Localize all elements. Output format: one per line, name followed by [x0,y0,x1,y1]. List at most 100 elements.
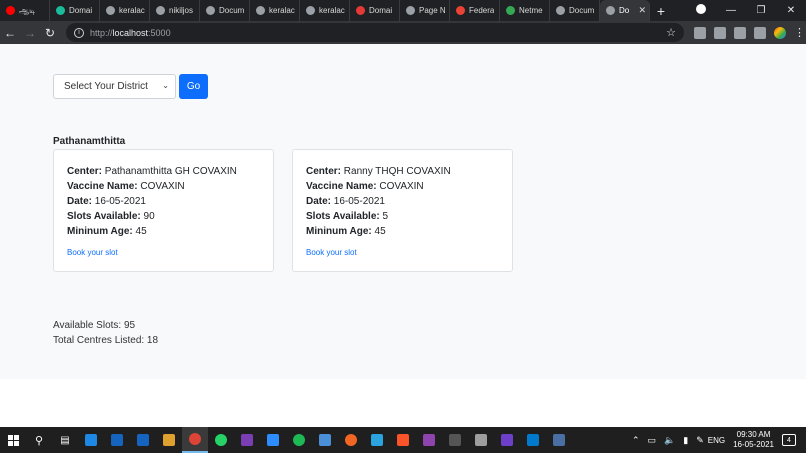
notification-center-icon[interactable]: 4 [782,434,796,446]
reload-icon[interactable]: ↻ [40,26,60,40]
chevron-up-icon[interactable]: ⌃ [632,435,640,446]
browser-tab[interactable]: Page N [400,0,450,21]
camera-extension-icon[interactable] [714,26,726,39]
taskbar-app-icon[interactable] [78,427,104,453]
taskbar-app-icon[interactable] [338,427,364,453]
tab-favicon-icon [106,6,115,15]
search-icon[interactable]: ⚲ [26,427,52,453]
pen-icon[interactable]: ✎ [696,435,704,446]
district-select[interactable]: Select Your District ⌄ [53,74,176,99]
browser-tab-strip: ஆடி Domai keralac nikiljos Docum keralac keral… [0,0,806,21]
chrome-menu-icon[interactable]: ⋮ [794,26,805,39]
tab-favicon-icon [456,6,465,15]
taskbar-app-icon[interactable] [182,427,208,453]
tab-label: keralac [269,6,295,15]
taskbar-app-icon[interactable] [286,427,312,453]
tab-label: Netme [519,6,543,15]
date-line: Date: 16-05-2021 [306,194,512,209]
taskbar-app-icon[interactable] [208,427,234,453]
url-scheme: http:// [90,27,113,38]
tab-favicon-icon [556,6,565,15]
taskbar-app-icon[interactable] [104,427,130,453]
taskbar-app-icon[interactable] [130,427,156,453]
browser-tab[interactable]: Domai [350,0,400,21]
tab-favicon-icon [6,6,15,15]
center-line: Center: Ranny THQH COVAXIN [306,164,512,179]
minimize-icon[interactable]: — [716,5,746,16]
browser-tab[interactable]: Docum [200,0,250,21]
book-slot-link[interactable]: Book your slot [306,248,512,257]
clock[interactable]: 09:30 AM 16-05-2021 [733,430,774,450]
address-bar[interactable]: i http://localhost:5000 ☆ [66,23,684,42]
taskbar-app-icon[interactable] [442,427,468,453]
district-select-value: Select Your District [64,81,148,92]
profile-icon[interactable] [686,4,716,17]
start-button[interactable] [0,427,26,453]
browser-tab[interactable]: Docum [550,0,600,21]
battery-icon[interactable]: ▮ [683,435,688,446]
taskbar-app-icon[interactable] [234,427,260,453]
browser-tab[interactable]: keralac [100,0,150,21]
site-info-icon[interactable]: i [74,27,84,38]
taskbar-app-icon[interactable] [156,427,182,453]
language-indicator[interactable]: ENG [708,436,725,445]
taskbar-app-icon[interactable] [416,427,442,453]
new-tab-button[interactable]: + [650,3,672,19]
center-label: Center: [306,166,342,177]
tab-favicon-icon [306,6,315,15]
extension-icon[interactable] [694,26,706,39]
browser-tab[interactable]: keralac [250,0,300,21]
maximize-icon[interactable]: ❐ [746,5,776,16]
browser-tab[interactable]: Netme [500,0,550,21]
volume-icon[interactable]: 🔈 [664,435,675,446]
taskbar-app-icon[interactable] [546,427,572,453]
browser-tab[interactable]: Federa [450,0,500,21]
center-label: Center: [67,166,103,177]
system-tray: ⌃ ▭ 🔈 ▮ ✎ ENG 09:30 AM 16-05-2021 4 [628,430,806,450]
taskbar-apps [78,427,572,453]
profile-avatar-icon[interactable] [774,26,786,39]
browser-tab[interactable]: Domai [50,0,100,21]
slots-line: Slots Available: 5 [306,209,512,224]
taskbar-app-icon[interactable] [468,427,494,453]
age-line: Mininum Age: 45 [306,224,512,239]
reading-list-icon[interactable] [754,26,766,39]
total-centres-summary: Total Centres Listed: 18 [53,335,159,346]
date-label: Date: [67,196,93,207]
taskbar-app-icon[interactable] [520,427,546,453]
bookmark-star-icon[interactable]: ☆ [666,26,676,39]
close-tab-icon[interactable]: ✕ [636,5,646,16]
date-value: 16-05-2021 [333,196,385,207]
network-icon[interactable]: ▭ [648,435,657,446]
clock-date: 16-05-2021 [733,440,774,449]
close-window-icon[interactable]: ✕ [776,5,806,16]
taskbar-app-icon[interactable] [312,427,338,453]
tab-label: ஆடி [19,5,36,15]
age-line: Mininum Age: 45 [67,224,273,239]
taskbar-app-icon[interactable] [364,427,390,453]
district-heading: Pathanamthitta [53,136,126,147]
window-controls: — ❐ ✕ [686,4,806,17]
taskbar-app-icon[interactable] [260,427,286,453]
age-value: 45 [135,226,147,237]
go-button[interactable]: Go [179,74,208,99]
back-icon[interactable]: ← [0,26,20,40]
browser-tab[interactable]: Do ✕ [600,0,650,21]
slots-label: Slots Available: [67,211,141,222]
tab-favicon-icon [606,6,615,15]
taskbar-app-icon[interactable] [390,427,416,453]
forward-icon[interactable]: → [20,26,40,40]
book-slot-link[interactable]: Book your slot [67,248,273,257]
vaccine-value: COVAXIN [379,181,424,192]
vaccine-label: Vaccine Name: [67,181,138,192]
task-view-icon[interactable]: ▤ [52,427,78,453]
browser-tab[interactable]: nikiljos [150,0,200,21]
tab-label: Do [619,6,630,15]
browser-tab[interactable]: ஆடி [0,0,50,21]
taskbar-app-icon[interactable] [494,427,520,453]
url-port: :5000 [148,27,171,38]
age-label: Mininum Age: [67,226,133,237]
clock-time: 09:30 AM [736,430,771,439]
browser-tab[interactable]: keralac [300,0,350,21]
puzzle-extensions-icon[interactable] [734,26,746,39]
